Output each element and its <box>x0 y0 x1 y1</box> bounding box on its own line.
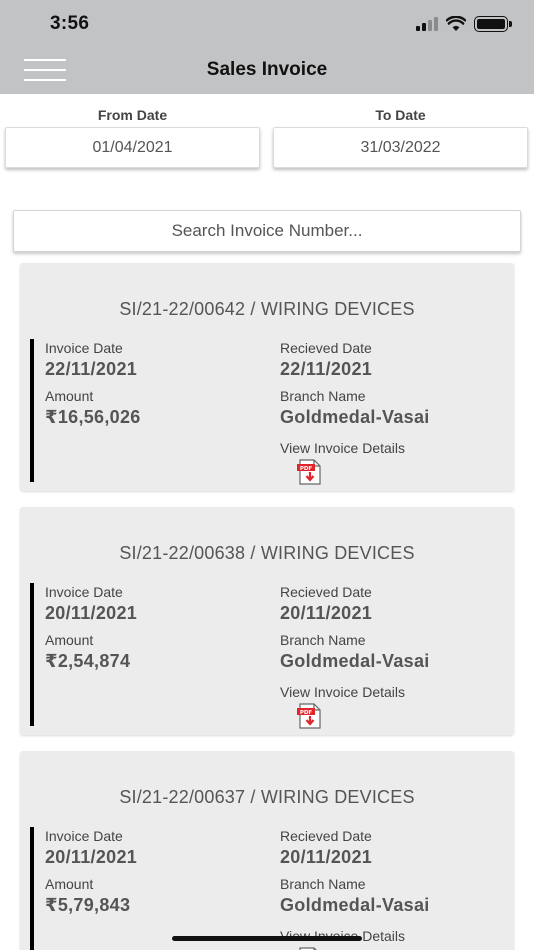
invoice-card[interactable]: SI/21-22/00642 / WIRING DEVICES Invoice … <box>20 263 514 491</box>
branch-name-label: Branch Name <box>280 876 366 892</box>
invoice-title: SI/21-22/00637 / WIRING DEVICES <box>119 787 415 807</box>
received-date-value: 22/11/2021 <box>280 359 373 379</box>
invoice-card[interactable]: SI/21-22/00638 / WIRING DEVICES Invoice … <box>20 507 514 735</box>
received-date-label: Recieved Date <box>280 340 372 356</box>
page-title: Sales Invoice <box>206 59 328 80</box>
invoice-title: SI/21-22/00638 / WIRING DEVICES <box>119 543 415 563</box>
invoice-date-value: 20/11/2021 <box>45 847 138 867</box>
received-date-field: Recieved Date 20/11/2021 <box>280 828 372 868</box>
invoice-date-field: Invoice Date 20/11/2021 <box>45 828 137 868</box>
invoice-date-label: Invoice Date <box>45 828 123 844</box>
wifi-icon <box>446 16 466 31</box>
invoice-date-field: Invoice Date 20/11/2021 <box>45 584 137 624</box>
home-indicator[interactable] <box>172 936 362 941</box>
amount-label: Amount <box>45 388 94 404</box>
branch-name-field: Branch Name Goldmedal-Vasai <box>280 632 430 672</box>
received-date-label: Recieved Date <box>280 584 372 600</box>
invoice-date-label: Invoice Date <box>45 584 123 600</box>
amount-field: Amount ₹2,54,874 <box>45 632 130 672</box>
status-time: 3:56 <box>50 13 90 34</box>
to-date-field[interactable]: 31/03/2022 <box>273 127 528 168</box>
amount-value: ₹5,79,843 <box>45 895 131 915</box>
branch-name-value: Goldmedal-Vasai <box>280 895 430 915</box>
pdf-download-icon[interactable]: PDF <box>296 459 324 485</box>
to-date-label: To Date <box>375 107 426 123</box>
view-invoice-details-link[interactable]: View Invoice Details <box>280 440 405 456</box>
invoice-date-field: Invoice Date 22/11/2021 <box>45 340 137 380</box>
card-accent-bar <box>30 827 34 950</box>
branch-name-value: Goldmedal-Vasai <box>280 407 430 427</box>
view-invoice-details-link[interactable]: View Invoice Details <box>280 684 405 700</box>
pdf-download-icon[interactable]: PDF <box>296 703 324 729</box>
status-icons <box>416 14 512 34</box>
card-accent-bar <box>30 339 34 482</box>
app-header: 3:56 Sales Invoice <box>0 0 534 94</box>
amount-value: ₹16,56,026 <box>45 407 141 427</box>
received-date-value: 20/11/2021 <box>280 847 373 867</box>
received-date-label: Recieved Date <box>280 828 372 844</box>
search-input[interactable] <box>13 210 521 252</box>
battery-icon <box>474 16 512 32</box>
invoice-card[interactable]: SI/21-22/00637 / WIRING DEVICES Invoice … <box>20 751 514 950</box>
amount-value: ₹2,54,874 <box>45 651 131 671</box>
amount-label: Amount <box>45 632 94 648</box>
invoice-date-value: 20/11/2021 <box>45 603 138 623</box>
branch-name-label: Branch Name <box>280 632 366 648</box>
received-date-value: 20/11/2021 <box>280 603 373 623</box>
received-date-field: Recieved Date 22/11/2021 <box>280 340 372 380</box>
from-date-label: From Date <box>97 107 168 123</box>
invoice-title: SI/21-22/00642 / WIRING DEVICES <box>119 299 415 319</box>
svg-text:PDF: PDF <box>300 710 313 716</box>
amount-field: Amount ₹5,79,843 <box>45 876 130 916</box>
svg-text:PDF: PDF <box>300 466 313 472</box>
branch-name-field: Branch Name Goldmedal-Vasai <box>280 388 430 428</box>
received-date-field: Recieved Date 20/11/2021 <box>280 584 372 624</box>
from-date-field[interactable]: 01/04/2021 <box>5 127 260 168</box>
amount-label: Amount <box>45 876 94 892</box>
invoice-date-value: 22/11/2021 <box>45 359 138 379</box>
branch-name-label: Branch Name <box>280 388 366 404</box>
cellular-signal-icon <box>416 17 438 31</box>
invoice-date-label: Invoice Date <box>45 340 123 356</box>
branch-name-value: Goldmedal-Vasai <box>280 651 430 671</box>
card-accent-bar <box>30 583 34 726</box>
branch-name-field: Branch Name Goldmedal-Vasai <box>280 876 430 916</box>
amount-field: Amount ₹16,56,026 <box>45 388 141 428</box>
